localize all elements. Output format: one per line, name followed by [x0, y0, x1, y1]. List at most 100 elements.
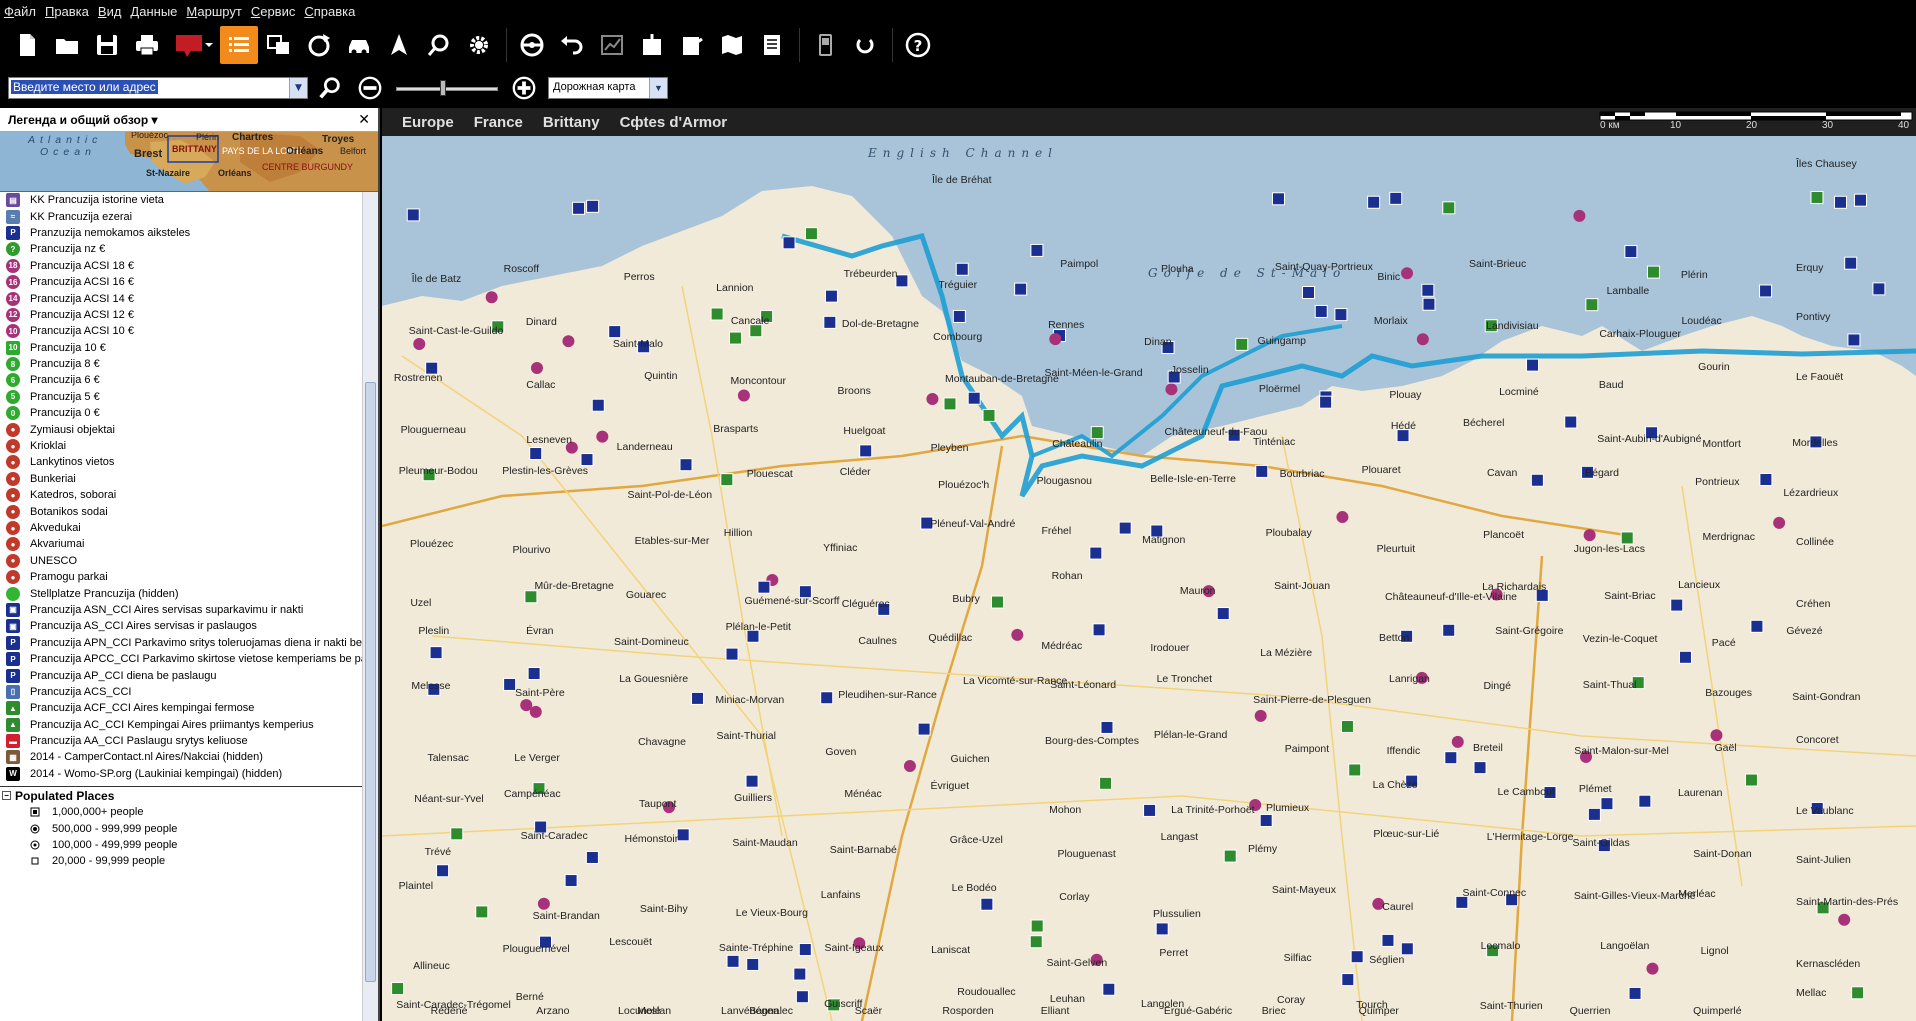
poi-marker[interactable] — [1348, 763, 1362, 777]
poi-marker[interactable] — [1564, 415, 1578, 429]
place-label[interactable]: Plouézec — [410, 538, 453, 550]
poi-marker[interactable] — [1530, 473, 1544, 487]
route-planner-button[interactable] — [300, 26, 338, 64]
place-label[interactable]: Lanfains — [821, 889, 861, 901]
poi-marker[interactable] — [1089, 546, 1103, 560]
help-button[interactable]: ? — [899, 26, 937, 64]
place-label[interactable]: Merléac — [1678, 888, 1715, 900]
menu-route[interactable]: Маршрут — [186, 4, 241, 19]
place-label[interactable]: Saint-Domineuc — [614, 636, 689, 648]
place-label[interactable]: Saint-Pol-de-Léon — [627, 489, 712, 501]
place-label[interactable]: Saint-Cast-le-Guildo — [409, 325, 504, 337]
list-item[interactable]: ≈ KK Prancuzija ezerai — [0, 208, 362, 224]
place-label[interactable]: Saint-Léonard — [1050, 679, 1116, 691]
export-button[interactable] — [633, 26, 671, 64]
poi-marker[interactable] — [1100, 720, 1114, 734]
place-label[interactable]: Le Bodéo — [952, 882, 997, 894]
place-label[interactable]: Vezin-le-Coquet — [1583, 633, 1658, 645]
poi-marker[interactable] — [1573, 209, 1586, 222]
place-label[interactable]: Séglien — [1369, 954, 1404, 966]
place-label[interactable]: Concoret — [1796, 734, 1839, 746]
navigate-button[interactable] — [380, 26, 418, 64]
list-item[interactable]: 6 Prancuzija 6 € — [0, 372, 362, 388]
poi-marker[interactable] — [1628, 986, 1642, 1000]
poi-marker[interactable] — [530, 361, 543, 374]
poi-marker[interactable] — [729, 331, 743, 345]
place-label[interactable]: Trébeurden — [844, 268, 898, 280]
list-item[interactable]: 14 Prancuzija ACSI 14 € — [0, 290, 362, 306]
menu-file[interactable]: Файл — [4, 4, 36, 19]
place-label[interactable]: Cancale — [731, 315, 770, 327]
poi-marker[interactable] — [859, 444, 873, 458]
place-label[interactable]: Moncontour — [731, 375, 786, 387]
list-item[interactable]: 16 Prancuzija ACSI 16 € — [0, 274, 362, 290]
poi-marker[interactable] — [537, 897, 550, 910]
poi-marker[interactable] — [1030, 243, 1044, 257]
map-book-button[interactable] — [713, 26, 751, 64]
place-label[interactable]: Querrien — [1570, 1005, 1611, 1017]
place-label[interactable]: Rennes — [1048, 319, 1084, 331]
poi-marker[interactable] — [793, 967, 807, 981]
list-item[interactable]: ● Botanikos sodai — [0, 503, 362, 519]
place-label[interactable]: Lannion — [716, 282, 753, 294]
place-label[interactable]: Langast — [1161, 831, 1198, 843]
poi-marker[interactable] — [1011, 628, 1024, 641]
place-label[interactable]: Roscoff — [504, 263, 539, 275]
poi-marker[interactable] — [1834, 195, 1848, 209]
place-label[interactable]: Roudouallec — [957, 986, 1015, 998]
place-label[interactable]: Évran — [526, 625, 553, 637]
poi-marker[interactable] — [679, 458, 693, 472]
place-label[interactable]: Médréac — [1041, 640, 1082, 652]
list-item[interactable]: ▣ Prancuzija ASN_CCI Aires servisas supar… — [0, 602, 362, 618]
place-label[interactable]: Dinard — [526, 316, 557, 328]
poi-marker[interactable] — [746, 957, 760, 971]
place-label[interactable]: Quimper — [1359, 1005, 1399, 1017]
place-label[interactable]: Scaër — [855, 1005, 882, 1017]
place-label[interactable]: Bourg-des-Comptes — [1045, 735, 1139, 747]
poi-marker[interactable] — [1271, 192, 1285, 206]
poi-marker[interactable] — [1165, 383, 1178, 396]
breadcrumb-brittany[interactable]: Brittany — [543, 114, 600, 131]
place-label[interactable]: Bégard — [1585, 467, 1619, 479]
populated-places-header[interactable]: − Populated Places — [0, 786, 362, 804]
place-label[interactable]: Plouescat — [747, 468, 793, 480]
list-item[interactable]: ? Prancuzija nz € — [0, 241, 362, 257]
place-label[interactable]: Iffendic — [1387, 745, 1421, 757]
place-label[interactable]: Plourivo — [513, 544, 551, 556]
poi-marker[interactable] — [980, 897, 994, 911]
place-label[interactable]: Saint-Gelven — [1046, 957, 1107, 969]
place-label[interactable]: Kernascléden — [1796, 958, 1860, 970]
place-label[interactable]: Campénéac — [504, 788, 561, 800]
legend-scrollbar[interactable] — [362, 192, 378, 1021]
place-label[interactable]: Bubry — [952, 593, 979, 605]
poi-marker[interactable] — [1851, 986, 1865, 1000]
list-item[interactable]: Stellplatze Prancuzija (hidden) — [0, 585, 362, 601]
place-label[interactable]: Irodouer — [1150, 642, 1189, 654]
place-label[interactable]: Plestin-les-Grèves — [502, 465, 588, 477]
place-label[interactable]: Brasparts — [713, 423, 758, 435]
poi-marker[interactable] — [955, 262, 969, 276]
poi-marker[interactable] — [1421, 283, 1435, 297]
place-label[interactable]: Plancoët — [1483, 529, 1524, 541]
place-label[interactable]: Châteaulin — [1052, 438, 1102, 450]
poi-marker[interactable] — [1810, 190, 1824, 204]
place-label[interactable]: Saint-Méen-le-Grand — [1045, 367, 1143, 379]
place-label[interactable]: Cléder — [840, 466, 871, 478]
poi-marker[interactable] — [1872, 282, 1886, 296]
place-label[interactable]: Saint-Jouan — [1274, 580, 1330, 592]
place-label[interactable]: Plaintel — [399, 880, 433, 892]
poi-marker[interactable] — [1670, 598, 1684, 612]
place-label[interactable]: Mauron — [1180, 585, 1216, 597]
place-label[interactable]: Pléneuf-Val-André — [930, 518, 1015, 530]
poi-marker[interactable] — [691, 691, 705, 705]
place-label[interactable]: Bazouges — [1705, 687, 1752, 699]
list-item[interactable]: P Prancuzija APCC_CCI Parkavimo skirtose … — [0, 651, 362, 667]
poi-marker[interactable] — [1646, 962, 1659, 975]
place-label[interactable]: Le Cambout — [1498, 786, 1555, 798]
breadcrumb-france[interactable]: France — [474, 114, 523, 131]
poi-marker[interactable] — [1844, 256, 1858, 270]
place-label[interactable]: Perret — [1159, 947, 1188, 959]
poi-marker[interactable] — [1638, 794, 1652, 808]
place-label[interactable]: Plémet — [1579, 783, 1612, 795]
place-label[interactable]: Plouézoc'h — [938, 479, 989, 491]
